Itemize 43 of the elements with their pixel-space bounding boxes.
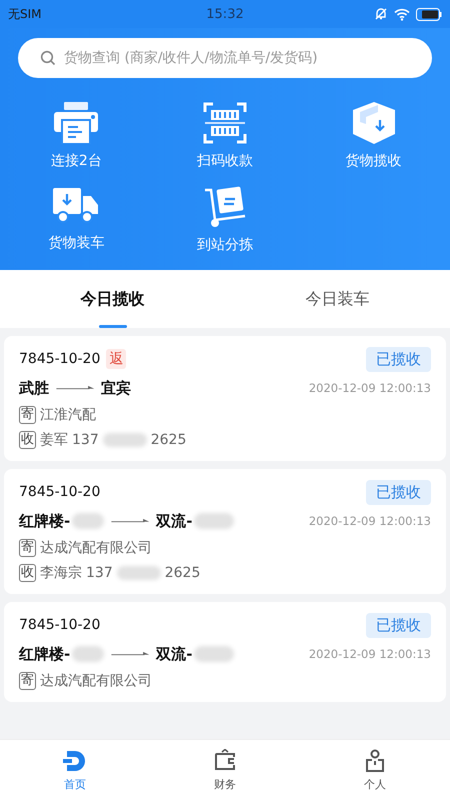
sender-name: 江淮汽配 bbox=[40, 406, 96, 424]
return-tag: 返 bbox=[106, 349, 126, 369]
sender-label: 寄 bbox=[19, 539, 36, 557]
search-field[interactable]: 货物查询 (商家/收件人/物流单号/发货码) bbox=[18, 38, 432, 78]
order-number: 7845-10-20 bbox=[19, 351, 100, 367]
phone-text: 137 bbox=[86, 565, 113, 581]
phone-text: 137 bbox=[72, 432, 99, 448]
sender-name: 达成汽配有限公司 bbox=[40, 672, 152, 690]
destination-text: 宜宾 bbox=[101, 378, 131, 398]
timestamp: 2020-12-09 12:00:13 bbox=[308, 514, 431, 528]
nav-tab[interactable]: 首页 bbox=[0, 740, 150, 800]
phone-text: 2625 bbox=[164, 565, 200, 581]
receiver-name: 李海宗 bbox=[40, 564, 82, 582]
timestamp: 2020-12-09 12:00:13 bbox=[308, 381, 431, 395]
order-card[interactable]: 7845-10-20 已揽收 红牌楼- 双流- 2020-12-09 12:00:13 寄 达成汽配有限公司 收 李海宗 137 2625 bbox=[4, 469, 446, 594]
sender-label: 寄 bbox=[19, 672, 36, 690]
status-tag: 已揽收 bbox=[366, 480, 431, 504]
origin-text: 红牌楼- bbox=[19, 644, 70, 664]
destination-text: 双流- bbox=[156, 644, 192, 664]
clock-text: 15:32 bbox=[206, 6, 244, 22]
nav-tab[interactable]: 财务 bbox=[150, 740, 300, 800]
nav-tab[interactable]: 个人 bbox=[300, 740, 450, 800]
phone-text: 2625 bbox=[150, 432, 186, 448]
receiver-label: 收 bbox=[19, 564, 36, 582]
destination-text: 双流- bbox=[156, 512, 192, 530]
tab[interactable]: 今日揽收 bbox=[0, 270, 225, 328]
sender-label: 寄 bbox=[19, 406, 36, 424]
origin-text: 红牌楼- bbox=[19, 512, 70, 530]
tab[interactable]: 今日装车 bbox=[225, 270, 450, 328]
status-tag: 已揽收 bbox=[366, 612, 431, 638]
action-button[interactable]: 货物装车 bbox=[48, 186, 104, 254]
origin-text: 武胜 bbox=[19, 378, 49, 398]
order-card[interactable]: 7845-10-20 已揽收 红牌楼- 双流- 2020-12-09 12:00:13 寄 达成汽配有限公司 bbox=[4, 602, 446, 702]
carrier-text: 无SIM bbox=[8, 6, 42, 22]
status-tag: 已揽收 bbox=[366, 346, 431, 372]
order-number: 7845-10-20 bbox=[19, 484, 100, 500]
action-button[interactable]: 连接2台 bbox=[50, 102, 102, 170]
sender-name: 达成汽配有限公司 bbox=[40, 539, 152, 557]
timestamp: 2020-12-09 12:00:13 bbox=[308, 647, 431, 661]
order-number: 7845-10-20 bbox=[19, 617, 100, 633]
receiver-name: 姜军 bbox=[40, 431, 68, 449]
order-card[interactable]: 7845-10-20 返 已揽收 武胜 宜宾 2020-12-09 12:00:13 寄 江淮汽配 收 姜军 137 2625 bbox=[4, 336, 446, 461]
receiver-label: 收 bbox=[19, 431, 36, 449]
